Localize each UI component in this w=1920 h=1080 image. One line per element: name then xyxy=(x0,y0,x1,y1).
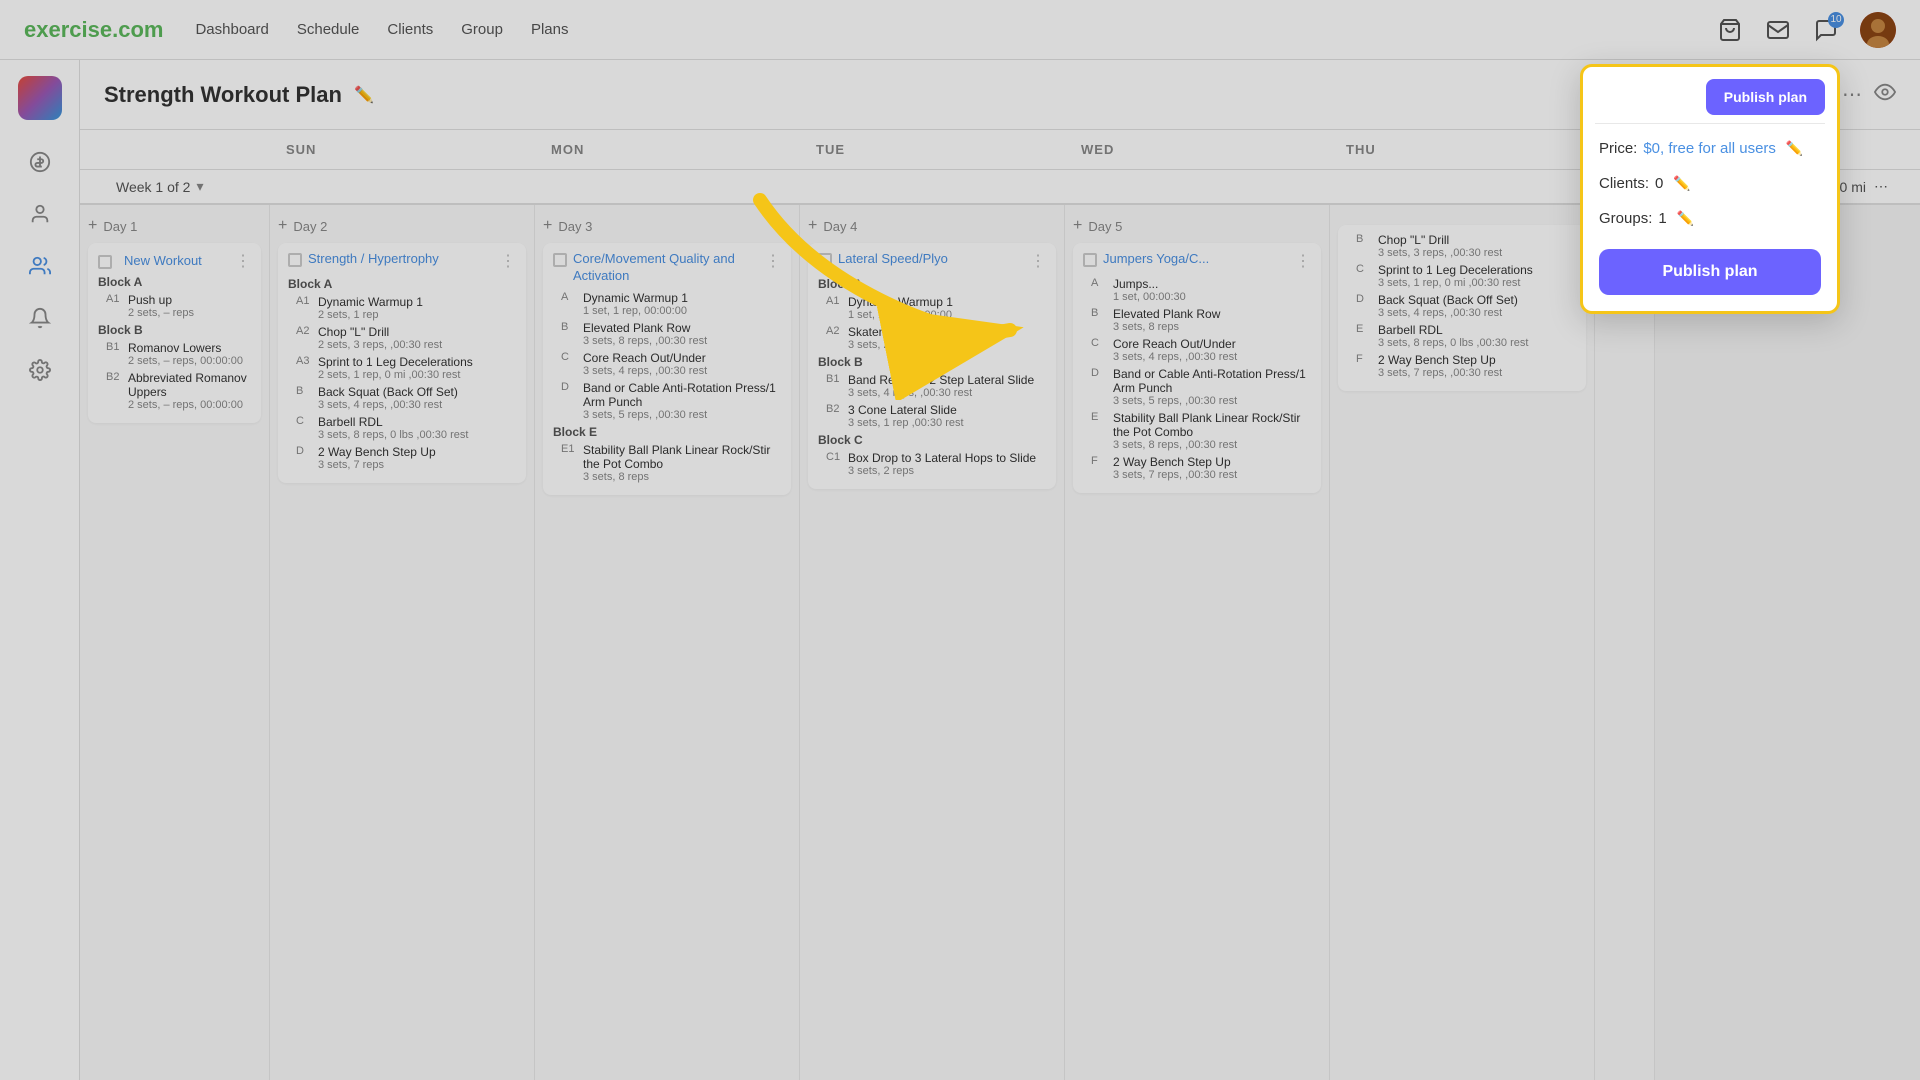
price-label: Price: xyxy=(1599,140,1637,157)
groups-value: 1 xyxy=(1658,210,1666,227)
popup-price-row: Price: $0, free for all users ✏️ xyxy=(1599,140,1821,157)
popup-body: Price: $0, free for all users ✏️ Clients… xyxy=(1583,124,1837,311)
publish-plan-top-button[interactable]: Publish plan xyxy=(1706,79,1825,115)
clients-value: 0 xyxy=(1655,175,1663,192)
publish-plan-popup: Publish plan Price: $0, free for all use… xyxy=(1580,64,1840,314)
clients-edit-icon[interactable]: ✏️ xyxy=(1673,175,1690,192)
popup-clients-row: Clients: 0 ✏️ xyxy=(1599,175,1821,192)
groups-label: Groups: xyxy=(1599,210,1652,227)
popup-groups-row: Groups: 1 ✏️ xyxy=(1599,210,1821,227)
popup-header: Publish plan xyxy=(1583,67,1837,123)
clients-label: Clients: xyxy=(1599,175,1649,192)
groups-edit-icon[interactable]: ✏️ xyxy=(1677,210,1694,227)
price-value: $0, free for all users xyxy=(1643,140,1776,157)
publish-plan-main-button[interactable]: Publish plan xyxy=(1599,249,1821,295)
price-edit-icon[interactable]: ✏️ xyxy=(1786,140,1803,157)
